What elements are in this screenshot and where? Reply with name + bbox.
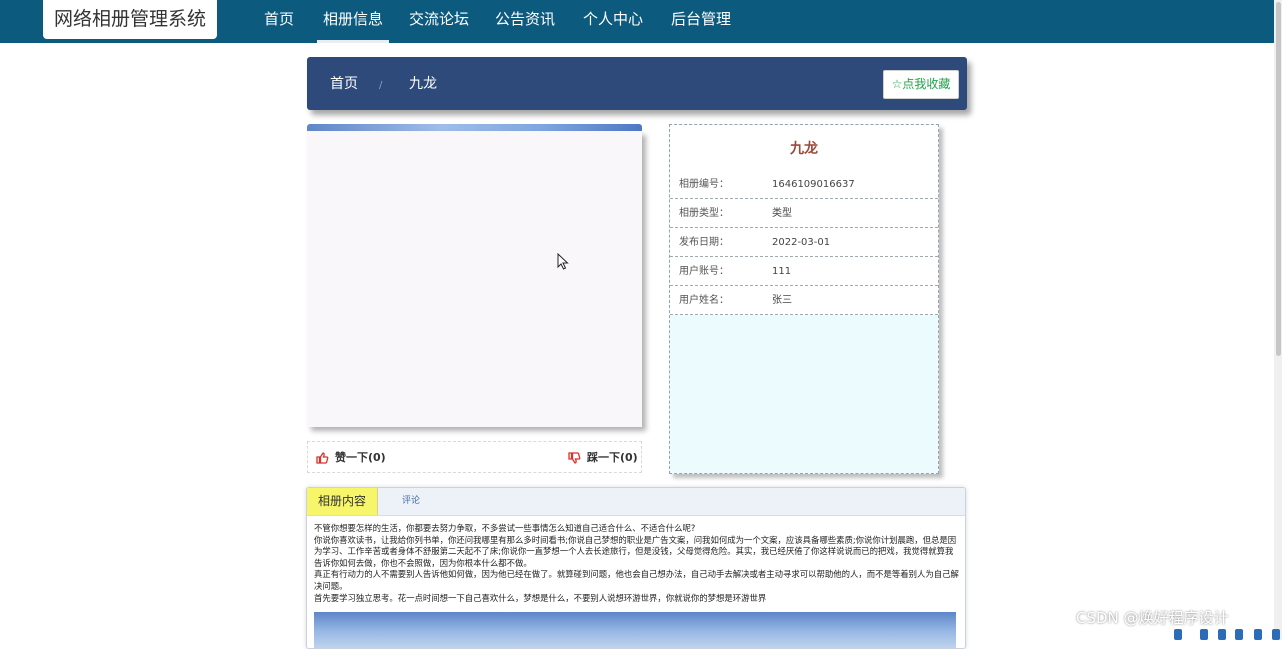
info-label: 相册编号： bbox=[679, 179, 729, 190]
breadcrumb-separator: / bbox=[379, 80, 383, 91]
nav-item-album-info[interactable]: 相册信息 bbox=[316, 0, 390, 43]
info-row-publish-date: 发布日期： 2022-03-01 bbox=[670, 228, 938, 257]
tray-icon[interactable] bbox=[1218, 629, 1226, 640]
content-panel: 相册内容 评论 不管你想要怎样的生活，你都要去努力争取，不多尝试一些事情怎么知道… bbox=[306, 487, 966, 649]
tray-icon[interactable] bbox=[1200, 629, 1208, 640]
nav-item-admin[interactable]: 后台管理 bbox=[671, 0, 731, 43]
scrollbar-thumb[interactable] bbox=[1276, 2, 1281, 356]
info-row-album-id: 相册编号： 1646109016637 bbox=[670, 170, 938, 199]
info-label: 用户姓名： bbox=[679, 295, 729, 306]
nav-item-home[interactable]: 首页 bbox=[264, 0, 294, 43]
album-info-card: 九龙 相册编号： 1646109016637 相册类型： 类型 发布日期： 20… bbox=[669, 124, 939, 474]
vertical-scrollbar[interactable] bbox=[1274, 0, 1282, 640]
system-tray bbox=[1172, 629, 1282, 640]
thumbs-up-icon bbox=[316, 452, 329, 464]
info-label: 用户账号： bbox=[679, 266, 729, 277]
info-row-user-name: 用户姓名： 张三 bbox=[670, 286, 938, 315]
info-label: 发布日期： bbox=[679, 237, 729, 248]
paragraph: 你说你喜欢读书，让我给你列书单，你还问我哪里有那么多时间看书;你说自己梦想的职业… bbox=[314, 534, 957, 568]
paragraph: 首先要学习独立思考。花一点时间想一下自己喜欢什么，梦想是什么，不要别人说想环游世… bbox=[314, 592, 767, 603]
tab-bar: 相册内容 评论 bbox=[307, 488, 965, 516]
info-value: 111 bbox=[772, 266, 792, 277]
album-description: 不管你想要怎样的生活，你都要去努力争取，不多尝试一些事情怎么知道自己适合什么、不… bbox=[314, 523, 959, 604]
content-image bbox=[314, 612, 956, 648]
info-value: 2022-03-01 bbox=[772, 237, 831, 248]
dislike-button[interactable]: 踩一下(0) bbox=[568, 442, 638, 474]
like-label: 赞一下(0) bbox=[335, 451, 386, 464]
breadcrumb: 首页 / 九龙 ☆点我收藏 bbox=[307, 57, 967, 110]
thumbs-down-icon bbox=[568, 452, 581, 464]
vote-bar: 赞一下(0) 踩一下(0) bbox=[307, 441, 642, 473]
album-image[interactable] bbox=[307, 131, 642, 427]
nav-item-forum[interactable]: 交流论坛 bbox=[409, 0, 469, 43]
dislike-label: 踩一下(0) bbox=[587, 451, 638, 464]
nav-item-personal-center[interactable]: 个人中心 bbox=[583, 0, 643, 43]
tab-comments[interactable]: 评论 bbox=[402, 488, 420, 515]
like-button[interactable]: 赞一下(0) bbox=[316, 442, 386, 474]
paragraph: 真正有行动力的人不需要别人告诉他如何做，因为他已经在做了。就算碰到问题，他也会自… bbox=[314, 569, 959, 591]
info-value: 1646109016637 bbox=[772, 179, 855, 190]
info-label: 相册类型： bbox=[679, 208, 729, 219]
info-value: 类型 bbox=[772, 208, 792, 219]
info-value: 张三 bbox=[772, 295, 792, 306]
tab-album-content[interactable]: 相册内容 bbox=[307, 488, 378, 515]
top-nav: 网络相册管理系统 首页 相册信息 交流论坛 公告资讯 个人中心 后台管理 bbox=[0, 0, 1274, 43]
info-row-album-type: 相册类型： 类型 bbox=[670, 199, 938, 228]
tray-icon[interactable] bbox=[1174, 629, 1182, 640]
tray-icon[interactable] bbox=[1272, 629, 1280, 640]
tray-icon[interactable] bbox=[1254, 629, 1262, 640]
paragraph: 不管你想要怎样的生活，你都要去努力争取，不多尝试一些事情怎么知道自己适合什么、不… bbox=[314, 523, 696, 533]
app-logo[interactable]: 网络相册管理系统 bbox=[43, 0, 217, 39]
breadcrumb-home-link[interactable]: 首页 bbox=[330, 57, 358, 112]
mouse-cursor-icon bbox=[557, 253, 569, 270]
favorite-button[interactable]: ☆点我收藏 bbox=[883, 70, 959, 99]
album-info-header: 九龙 bbox=[670, 125, 938, 170]
nav-item-news[interactable]: 公告资讯 bbox=[495, 0, 555, 43]
info-row-user-account: 用户账号： 111 bbox=[670, 257, 938, 286]
watermark: CSDN @焕好程序设计 bbox=[1076, 609, 1229, 627]
breadcrumb-current: 九龙 bbox=[409, 76, 437, 92]
album-title: 九龙 bbox=[790, 141, 818, 157]
tray-icon[interactable] bbox=[1235, 629, 1243, 640]
